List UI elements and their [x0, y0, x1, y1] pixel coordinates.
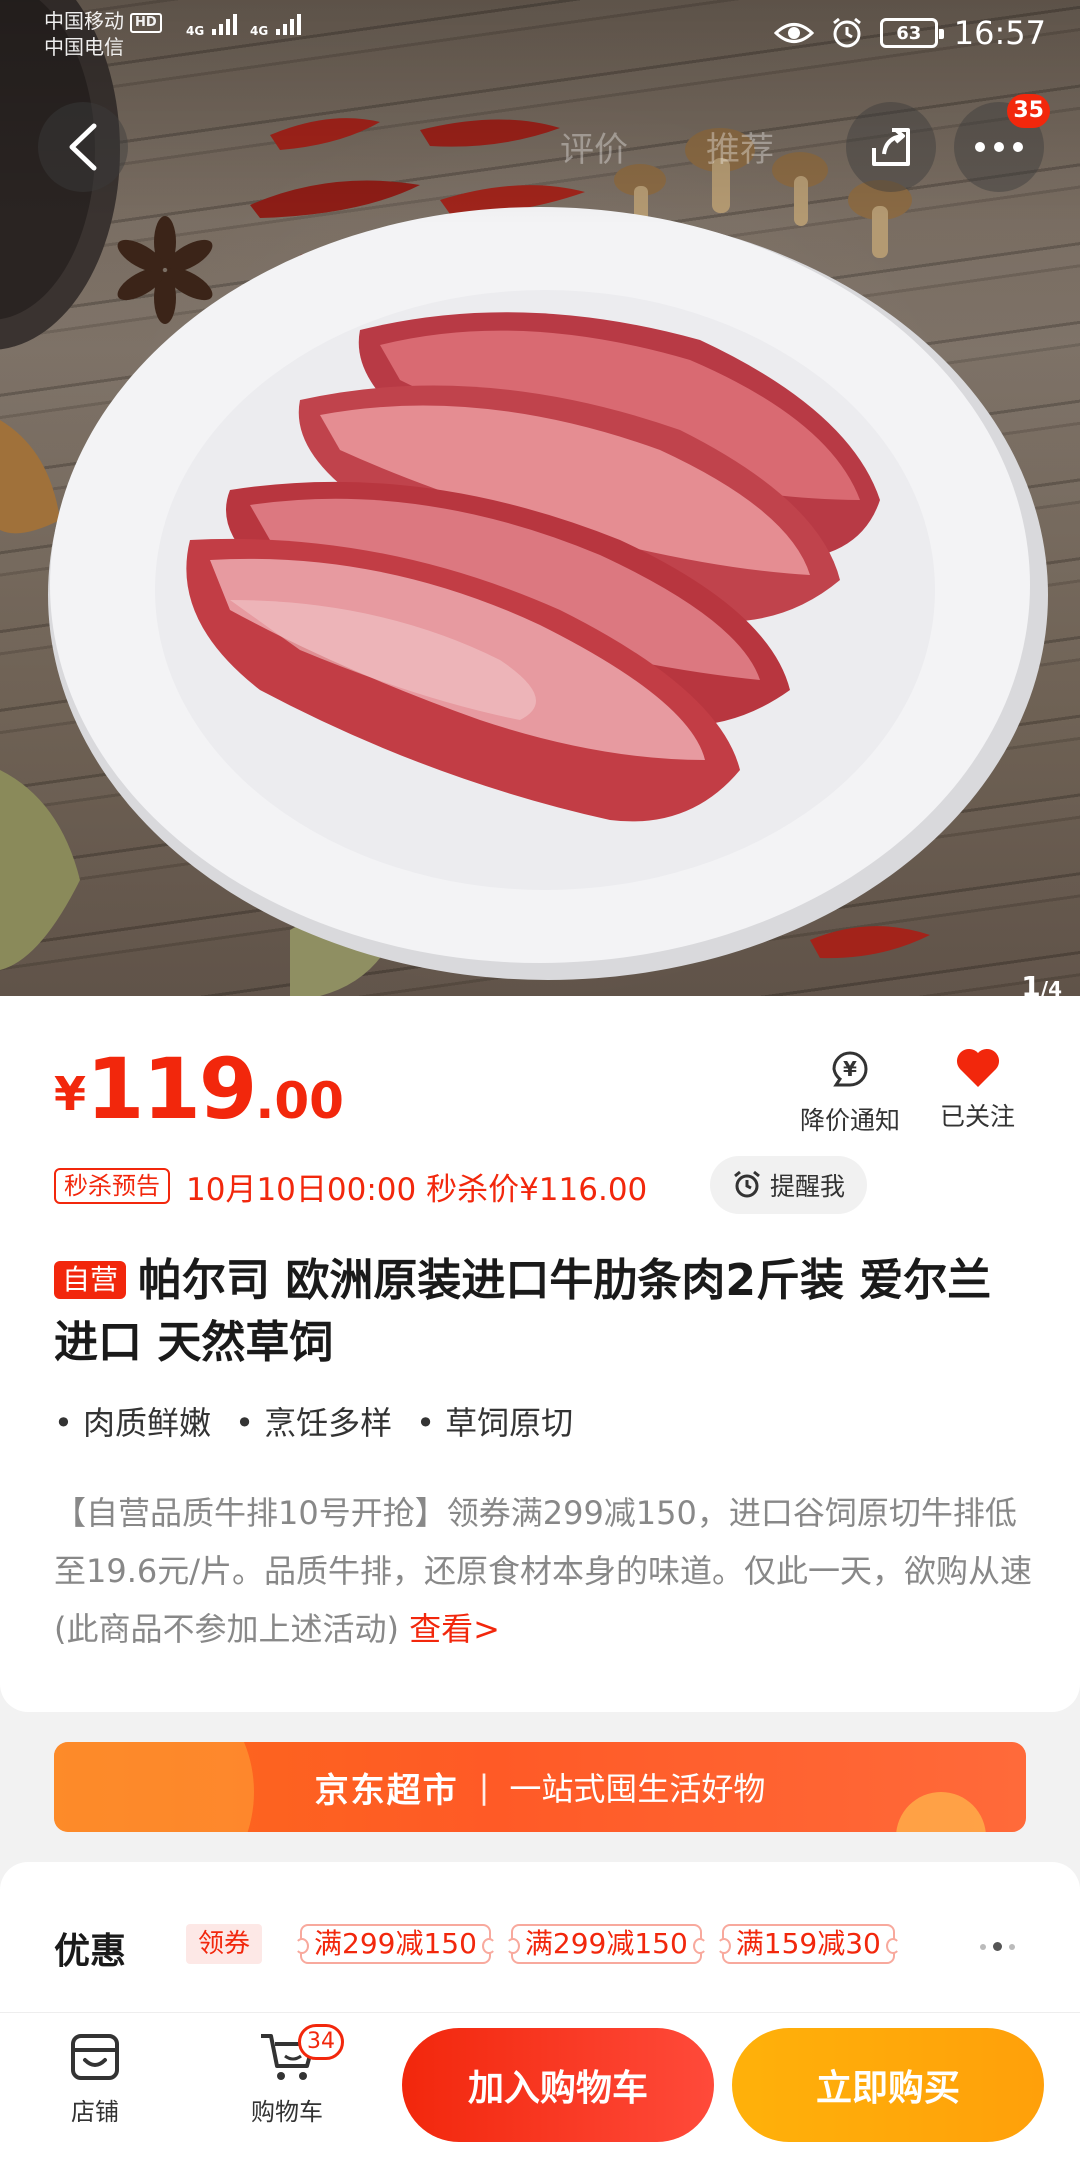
- feature-list: 肉质鲜嫩 烹饪多样 草饲原切: [54, 1398, 573, 1444]
- price-drop-bell-icon: ¥: [832, 1051, 868, 1087]
- coupon-list: 满299减150 满299减150 满159减30: [295, 1924, 900, 1964]
- signal-bars-icon: [212, 14, 238, 35]
- coupon-item[interactable]: 满159减30: [716, 1924, 900, 1964]
- net-label-1: 4G: [186, 24, 205, 38]
- carrier-info: 中国移动 HD 中国电信: [44, 8, 162, 60]
- price-alert-label: 降价通知: [800, 1106, 901, 1135]
- follow-label: 已关注: [940, 1102, 1016, 1131]
- signal-1: 4G: [186, 14, 238, 38]
- more-button[interactable]: 35: [954, 94, 1050, 192]
- self-operated-tag: 自营: [54, 1261, 127, 1299]
- more-dots-icon: [975, 142, 1023, 152]
- svg-text:¥: ¥: [843, 1057, 857, 1081]
- follow-button[interactable]: 已关注: [940, 1045, 1015, 1133]
- shop-label: 店铺: [71, 2098, 119, 2126]
- feature-item: 肉质鲜嫩: [54, 1398, 211, 1444]
- price-decimal: .00: [255, 1072, 344, 1130]
- product-title: 自营 帕尔司 欧洲原装进口牛肋条肉2斤装 爱尔兰进口 天然草饲: [54, 1250, 1034, 1374]
- clock: 16:57: [953, 14, 1046, 52]
- signal-2: 4G: [250, 14, 302, 38]
- price-currency: ¥: [54, 1067, 87, 1121]
- back-button[interactable]: [38, 102, 128, 192]
- alarm-clock-icon: [734, 1170, 760, 1198]
- image-counter-total: /4: [1040, 977, 1062, 996]
- price-alert-button[interactable]: ¥ 降价通知: [800, 1045, 900, 1137]
- product-image-gallery[interactable]: 中国移动 HD 中国电信 4G 4G 63 16:57 评价 推荐 35 1/4: [0, 0, 1080, 996]
- remind-label: 提醒我: [770, 1172, 846, 1201]
- feature-item: 烹饪多样: [235, 1398, 392, 1444]
- nav-tabs: 评价 推荐: [560, 122, 774, 171]
- price-integer: 119: [86, 1040, 257, 1138]
- flash-sale-tag: 秒杀预告: [54, 1168, 170, 1204]
- signal-bars-icon: [276, 14, 302, 35]
- carrier-1: 中国移动: [44, 9, 124, 33]
- flash-sale-text: 10月10日00:00 秒杀价¥116.00: [186, 1171, 648, 1208]
- discount-label: 优惠: [54, 1931, 127, 1972]
- add-to-cart-button[interactable]: 加入购物车: [402, 2028, 714, 2142]
- get-coupon-tag[interactable]: 领券: [186, 1924, 262, 1964]
- coupon-item[interactable]: 满299减150: [505, 1924, 707, 1964]
- promo-description-text: 【自营品质牛排10号开抢】领券满299减150，进口谷饲原切牛排低至19.6元/…: [54, 1494, 1033, 1648]
- flash-sale-notice: 秒杀预告 10月10日00:00 秒杀价¥116.00: [54, 1158, 647, 1214]
- chevron-left-icon: [69, 123, 97, 171]
- banner-slogan: 一站式囤生活好物: [509, 1770, 766, 1808]
- tab-reviews[interactable]: 评价: [560, 122, 628, 171]
- alarm-icon: [832, 17, 861, 48]
- image-counter: 1/4: [1021, 970, 1062, 996]
- cart-button[interactable]: 购物车 34: [232, 2024, 344, 2127]
- jd-supermarket-banner[interactable]: 京东超市 | 一站式囤生活好物: [54, 1742, 1026, 1832]
- cart-count-badge: 34: [298, 2024, 344, 2060]
- share-icon: [872, 128, 910, 166]
- buy-now-button[interactable]: 立即购买: [732, 2028, 1044, 2142]
- message-count-badge: 35: [1007, 94, 1050, 128]
- share-button[interactable]: [846, 102, 936, 192]
- status-bar: 中国移动 HD 中国电信 4G 4G 63 16:57: [0, 0, 1080, 62]
- net-label-2: 4G: [250, 24, 269, 38]
- product-title-text: 帕尔司 欧洲原装进口牛肋条肉2斤装 爱尔兰进口 天然草饲: [54, 1255, 992, 1368]
- shop-button[interactable]: 店铺: [40, 2028, 150, 2127]
- price: ¥119.00: [54, 1040, 344, 1138]
- hd-badge: HD: [130, 13, 162, 33]
- feature-item: 草饲原切: [416, 1398, 573, 1444]
- tab-recommend[interactable]: 推荐: [706, 122, 774, 171]
- eye-icon: [773, 23, 814, 43]
- banner-brand: 京东超市: [314, 1770, 459, 1811]
- battery-icon: 63: [879, 18, 944, 48]
- coupon-item[interactable]: 满299减150: [295, 1924, 496, 1964]
- status-right: 63 16:57: [773, 14, 1046, 52]
- remind-me-button[interactable]: 提醒我: [710, 1156, 868, 1214]
- carrier-2: 中国电信: [44, 35, 124, 59]
- image-counter-current: 1: [1021, 970, 1041, 996]
- coupon-more-dots-icon[interactable]: [980, 1942, 1015, 1951]
- battery-level: 63: [896, 22, 922, 44]
- promo-description: 【自营品质牛排10号开抢】领券满299减150，进口谷饲原切牛排低至19.6元/…: [54, 1484, 1034, 1658]
- shop-icon: [71, 2034, 119, 2080]
- banner-separator: |: [478, 1768, 490, 1806]
- view-more-link[interactable]: 查看>: [409, 1610, 500, 1648]
- heart-icon: [956, 1048, 999, 1087]
- cart-label: 购物车: [251, 2098, 323, 2126]
